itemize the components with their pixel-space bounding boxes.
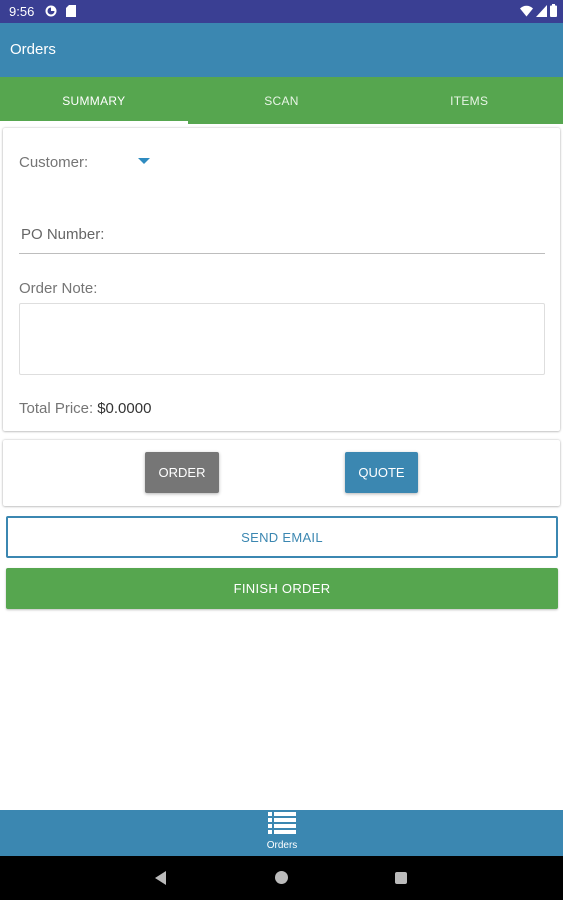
app-bar: Orders [0,23,563,77]
total-price-row: Total Price: $0.0000 [19,400,151,417]
app-notification-icon [45,5,57,20]
order-note-label: Order Note: [19,280,98,297]
recent-apps-icon[interactable] [395,872,407,884]
customer-label: Customer: [19,154,89,171]
tab-scan[interactable]: SCAN [188,77,376,124]
po-number-input[interactable] [19,216,545,254]
finish-order-button[interactable]: FINISH ORDER [6,568,558,609]
summary-card: Customer: Order Note: Total Price:$0.000… [3,128,560,431]
sd-card-icon [66,5,76,20]
status-time: 9:56 [9,4,35,19]
nav-item-orders[interactable]: Orders [258,812,306,851]
tab-summary[interactable]: SUMMARY [0,77,188,124]
order-type-card: ORDER QUOTE [3,440,560,506]
nav-orders-label: Orders [266,840,298,851]
send-email-button[interactable]: SEND EMAIL [6,516,558,558]
order-note-input[interactable] [19,303,545,375]
app-title: Orders [10,41,56,58]
status-right-icons [520,4,557,20]
tab-bar: SUMMARY SCAN ITEMS [0,77,563,124]
signal-icon [536,4,547,20]
customer-dropdown-arrow-icon[interactable] [138,158,150,164]
status-bar: 9:56 [0,0,563,23]
bottom-navigation: Orders [0,810,563,856]
total-price-value: $0.0000 [97,400,152,417]
back-icon[interactable] [155,871,166,885]
wifi-icon [520,5,533,20]
order-button[interactable]: ORDER [145,452,219,493]
quote-button[interactable]: QUOTE [345,452,418,493]
total-price-label: Total Price: [19,400,94,417]
list-icon [268,812,296,838]
system-navigation-bar [0,856,563,900]
home-icon[interactable] [275,871,288,884]
tab-items[interactable]: ITEMS [375,77,563,124]
battery-icon [550,4,557,20]
